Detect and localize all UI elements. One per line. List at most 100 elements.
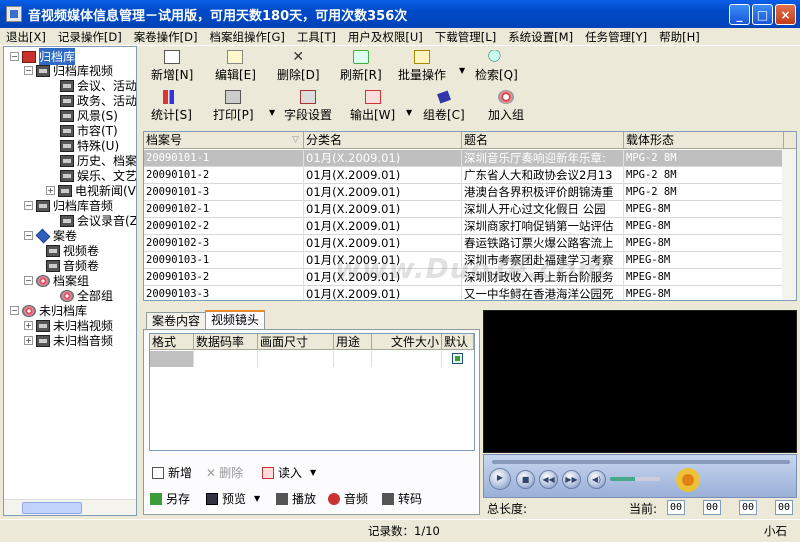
stats-button[interactable]: 统计[S] [151,90,192,123]
menu-tasks[interactable]: 任务管理[Y] [579,29,653,45]
previous-icon[interactable]: ◀◀ [539,470,558,489]
tree-node-unarchived-child[interactable]: + 未归档音频 [24,333,113,348]
collapse-icon[interactable]: − [24,276,33,285]
scroll-thumb[interactable] [22,502,82,514]
column-header-default[interactable]: 默认 [442,334,474,350]
default-checkbox[interactable] [452,353,463,364]
time-field-second[interactable]: 00 [739,500,757,515]
print-dropdown-arrow[interactable]: ▼ [269,108,275,117]
save-as-button[interactable]: 另存 [150,490,190,507]
column-header-filesize[interactable]: 文件大小 [372,334,442,350]
table-row[interactable]: 20090101-3 01月(X.2009.01) 港澳台各界积极评价朗锦涛重 MPG… [144,184,796,201]
collapse-icon[interactable]: − [10,306,19,315]
add-to-group-button[interactable]: 加入组 [488,90,524,123]
tree-node-video-child[interactable]: 政务、活动 [60,93,136,108]
table-row[interactable]: 20090102-2 01月(X.2009.01) 深圳商家打响促销第一站评估 MPE… [144,218,796,235]
volume-icon[interactable]: ◀) [587,470,606,489]
tab-volume-content[interactable]: 案卷内容 [146,312,207,330]
menu-tools[interactable]: 工具[T] [291,29,342,45]
output-button[interactable]: 输出[W] [350,90,395,123]
menu-download[interactable]: 下载管理[L] [429,29,502,45]
add-format-button[interactable]: 新增 [152,464,192,481]
minimize-button[interactable]: _ [729,4,750,25]
next-icon[interactable]: ▶▶ [562,470,581,489]
tree-node-audio-lib[interactable]: − 归档库音频 [24,198,113,213]
tree-node-group-child[interactable]: 全部组 [60,288,113,303]
tree-node-groups[interactable]: − 档案组 [24,273,89,288]
records-grid[interactable]: 档案号 ▽ 分类名 题名 载体形态 20090101-1 01月(X.2009.01… [143,131,797,301]
delete-format-button[interactable]: ✕ 删除 [206,464,243,481]
refresh-button[interactable]: 刷新[R] [340,50,382,83]
tree-node-audio-child[interactable]: 会议录音(Z) [60,213,136,228]
edit-button[interactable]: 编辑[E] [215,50,256,83]
play-icon[interactable]: ▶ [489,468,511,490]
field-settings-button[interactable]: 字段设置 [284,90,332,123]
column-header-id[interactable]: 档案号 ▽ [144,132,304,149]
tree-node-volume-child[interactable]: 视频卷 [46,243,99,258]
maximize-button[interactable]: □ [752,4,773,25]
print-button[interactable]: 打印[P] [213,90,254,123]
stop-icon[interactable]: ■ [516,470,535,489]
column-header-bitrate[interactable]: 数据码率 [194,334,258,350]
new-button[interactable]: 新增[N] [151,50,193,83]
tree-node-unarchived[interactable]: − 未归档库 [10,303,87,318]
menu-record-ops[interactable]: 记录操作[D] [52,29,128,45]
collapse-icon[interactable]: − [24,201,33,210]
close-button[interactable]: × [775,4,796,25]
time-field-frame[interactable]: 00 [775,500,793,515]
delete-button[interactable]: ✕ 删除[D] [277,50,320,83]
tab-video-shots[interactable]: 视频镜头 [205,310,266,330]
tree-node-video-child[interactable]: 历史、档案 [60,153,136,168]
tree-node-video-child[interactable]: 特殊(U) [60,138,119,153]
tree-node-volumes[interactable]: − 案卷 [24,228,77,243]
preview-button[interactable]: 预览 ▼ [206,490,260,507]
expand-icon[interactable]: + [24,336,33,345]
expand-icon[interactable]: + [46,186,55,195]
time-field-minute[interactable]: 00 [703,500,721,515]
tree-node-volume-child[interactable]: 音频卷 [46,258,99,273]
tree-hscrollbar[interactable] [4,499,136,515]
tree-node-unarchived-child[interactable]: + 未归档视频 [24,318,113,333]
table-row[interactable]: 20090101-2 01月(X.2009.01) 广东省人大和政协会议2月13 MP… [144,167,796,184]
table-row[interactable]: 20090103-3 01月(X.2009.01) 又一中华鲟在香港海洋公园死 MPE… [144,286,796,300]
tree-node-video-lib[interactable]: − 归档库视频 [24,63,113,78]
column-header-category[interactable]: 分类名 [304,132,462,149]
tree-node-video-child[interactable]: 风景(S) [60,108,118,123]
batch-dropdown-arrow[interactable]: ▼ [459,66,465,75]
search-button[interactable]: 检索[Q] [475,50,518,83]
tree-node-video-child[interactable]: 市容(T) [60,123,118,138]
menu-group-ops[interactable]: 档案组操作[G] [204,29,291,45]
table-row[interactable]: 20090103-2 01月(X.2009.01) 深圳财政收入再上新台阶服务 MPE… [144,269,796,286]
grid-vscrollbar[interactable] [782,149,796,300]
tree-node-video-child[interactable]: 娱乐、文艺 [60,168,136,183]
batch-ops-button[interactable]: 批量操作 [398,50,446,83]
play-button[interactable]: 播放 [276,490,316,507]
time-field-hour[interactable]: 00 [667,500,685,515]
tree-node-video-child[interactable]: + 电视新闻(V) [46,183,136,198]
collapse-icon[interactable]: − [10,52,19,61]
format-row[interactable] [150,351,474,367]
table-row[interactable]: 20090102-1 01月(X.2009.01) 深圳人开心过文化假日 公园 MPE… [144,201,796,218]
collapse-icon[interactable]: − [24,66,33,75]
menu-help[interactable]: 帮助[H] [653,29,706,45]
tree-node-video-child[interactable]: 会议、活动 [60,78,136,93]
volume-slider[interactable] [610,477,660,481]
menu-volume-ops[interactable]: 案卷操作[D] [128,29,204,45]
output-dropdown-arrow[interactable]: ▼ [406,108,412,117]
table-row[interactable]: 20090103-1 01月(X.2009.01) 深圳市考察团赴福建学习考察 MPE… [144,252,796,269]
format-grid[interactable]: 格式 数据码率 画面尺寸 用途 文件大小 默认 [149,333,475,451]
menu-settings[interactable]: 系统设置[M] [502,29,579,45]
group-volume-button[interactable]: 组卷[C] [423,90,465,123]
column-header-title[interactable]: 题名 [462,132,624,149]
transcode-button[interactable]: 转码 [382,490,422,507]
column-header-usage[interactable]: 用途 [334,334,372,350]
column-header-size[interactable]: 画面尺寸 [258,334,334,350]
table-row[interactable]: 20090101-1 01月(X.2009.01) 深圳音乐厅奏响迎新年乐章: MPG… [144,150,796,167]
table-row[interactable]: 20090102-3 01月(X.2009.01) 春运铁路订票火爆公路客流上 MPE… [144,235,796,252]
import-button[interactable]: 读入 ▼ [262,464,316,481]
menu-users[interactable]: 用户及权限[U] [342,29,429,45]
column-header-format[interactable]: 格式 [150,334,194,350]
import-dropdown-arrow[interactable]: ▼ [310,468,316,477]
expand-icon[interactable]: + [24,321,33,330]
archive-tree[interactable]: − 归档库 − 归档库视频 会议、活动 政务、活动 风景(S) 市容(T) 特殊… [3,46,137,516]
